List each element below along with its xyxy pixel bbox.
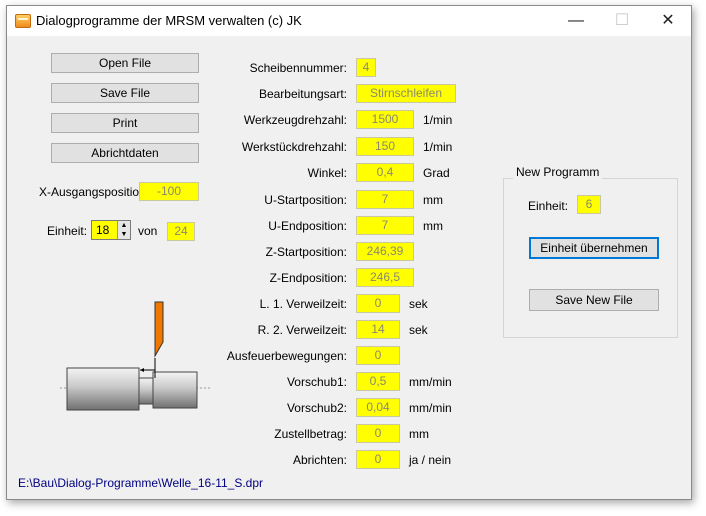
new-einheit-field[interactable]: 6 (577, 195, 601, 214)
param-field[interactable]: 0,5 (356, 372, 400, 391)
workpiece-neck (138, 377, 154, 405)
param-label: Z-Endposition: (269, 271, 347, 285)
app-window-icon (15, 14, 31, 28)
param-field[interactable]: 0,4 (356, 163, 414, 182)
param-label: Ausfeuerbewegungen: (226, 349, 347, 363)
param-label: Winkel: (307, 166, 347, 180)
param-label: R. 2. Verweilzeit: (257, 323, 347, 337)
param-field[interactable]: 0 (356, 294, 400, 313)
abrichtdaten-button[interactable]: Abrichtdaten (51, 143, 199, 163)
param-field[interactable]: 14 (356, 320, 400, 339)
von-field[interactable]: 24 (167, 222, 195, 241)
param-unit: mm/min (409, 401, 452, 415)
param-label: Vorschub1: (286, 375, 347, 389)
param-unit: mm (409, 427, 429, 441)
einheit-label: Einheit: (47, 224, 88, 238)
param-field[interactable]: 0 (356, 450, 400, 469)
save-file-button[interactable]: Save File (51, 83, 199, 103)
param-field[interactable]: 0 (356, 346, 400, 365)
save-new-file-button[interactable]: Save New File (529, 289, 659, 311)
title-bar: Dialogprogramme der MRSM verwalten (c) J… (7, 6, 691, 36)
param-unit: Grad (423, 166, 450, 180)
param-label: L. 1. Verweilzeit: (259, 297, 347, 311)
param-field[interactable]: 0 (356, 424, 400, 443)
param-label: U-Endposition: (268, 219, 347, 233)
param-unit: ja / nein (409, 453, 452, 467)
einheit-uebernehmen-button[interactable]: Einheit übernehmen (529, 237, 659, 259)
einheit-spinner-value: 18 (96, 223, 110, 237)
window-title: Dialogprogramme der MRSM verwalten (c) J… (36, 13, 302, 28)
new-programm-title: New Programm (513, 165, 603, 179)
param-field[interactable]: 246,5 (356, 268, 414, 287)
workpiece-right (152, 371, 198, 409)
param-field[interactable]: 246,39 (356, 242, 414, 261)
einheit-spinner[interactable]: 18 ▲ ▼ (91, 220, 131, 240)
print-button[interactable]: Print (51, 113, 199, 133)
param-label: Werkzeugdrehzahl: (243, 113, 347, 127)
param-label: Abrichten: (292, 453, 347, 467)
maximize-button[interactable]: ☐ (599, 6, 645, 36)
param-unit: sek (409, 323, 428, 337)
von-label: von (138, 224, 158, 238)
param-label: Z-Startposition: (265, 245, 347, 259)
x-ausgangsposition-label: X-Ausgangsposition: (39, 185, 150, 199)
param-label: Zustellbetrag: (274, 427, 347, 441)
param-unit: mm (423, 219, 443, 233)
param-unit: sek (409, 297, 428, 311)
param-unit: mm (423, 193, 443, 207)
param-label: Bearbeitungsart: (258, 87, 347, 101)
grinding-tool (154, 301, 164, 358)
param-label: U-Startposition: (264, 193, 347, 207)
grinding-machine-illustration (60, 301, 212, 411)
param-unit: 1/min (423, 113, 453, 127)
open-file-button[interactable]: Open File (51, 53, 199, 73)
param-field[interactable]: 1500 (356, 110, 414, 129)
param-field[interactable]: 7 (356, 216, 414, 235)
param-unit: mm/min (409, 375, 452, 389)
new-einheit-label: Einheit: (528, 199, 569, 213)
param-label: Scheibennummer: (249, 61, 347, 75)
close-button[interactable]: ✕ (645, 6, 691, 36)
param-field[interactable]: 7 (356, 190, 414, 209)
param-field[interactable]: 0,04 (356, 398, 400, 417)
x-ausgangsposition-field[interactable]: -100 (139, 182, 199, 201)
param-field[interactable]: 150 (356, 137, 414, 156)
param-field[interactable]: Stirnschleifen (356, 84, 456, 103)
param-label: Werkstückdrehzahl: (241, 140, 347, 154)
main-window: Dialogprogramme der MRSM verwalten (c) J… (6, 5, 692, 500)
param-unit: 1/min (423, 140, 453, 154)
param-label: Vorschub2: (286, 401, 347, 415)
workpiece-large (66, 367, 140, 411)
minimize-button[interactable]: — (553, 6, 599, 36)
spin-down-icon[interactable]: ▼ (117, 230, 130, 239)
file-path-text: E:\Bau\Dialog-Programme\Welle_16-11_S.dp… (18, 476, 264, 490)
param-field[interactable]: 4 (356, 58, 376, 77)
